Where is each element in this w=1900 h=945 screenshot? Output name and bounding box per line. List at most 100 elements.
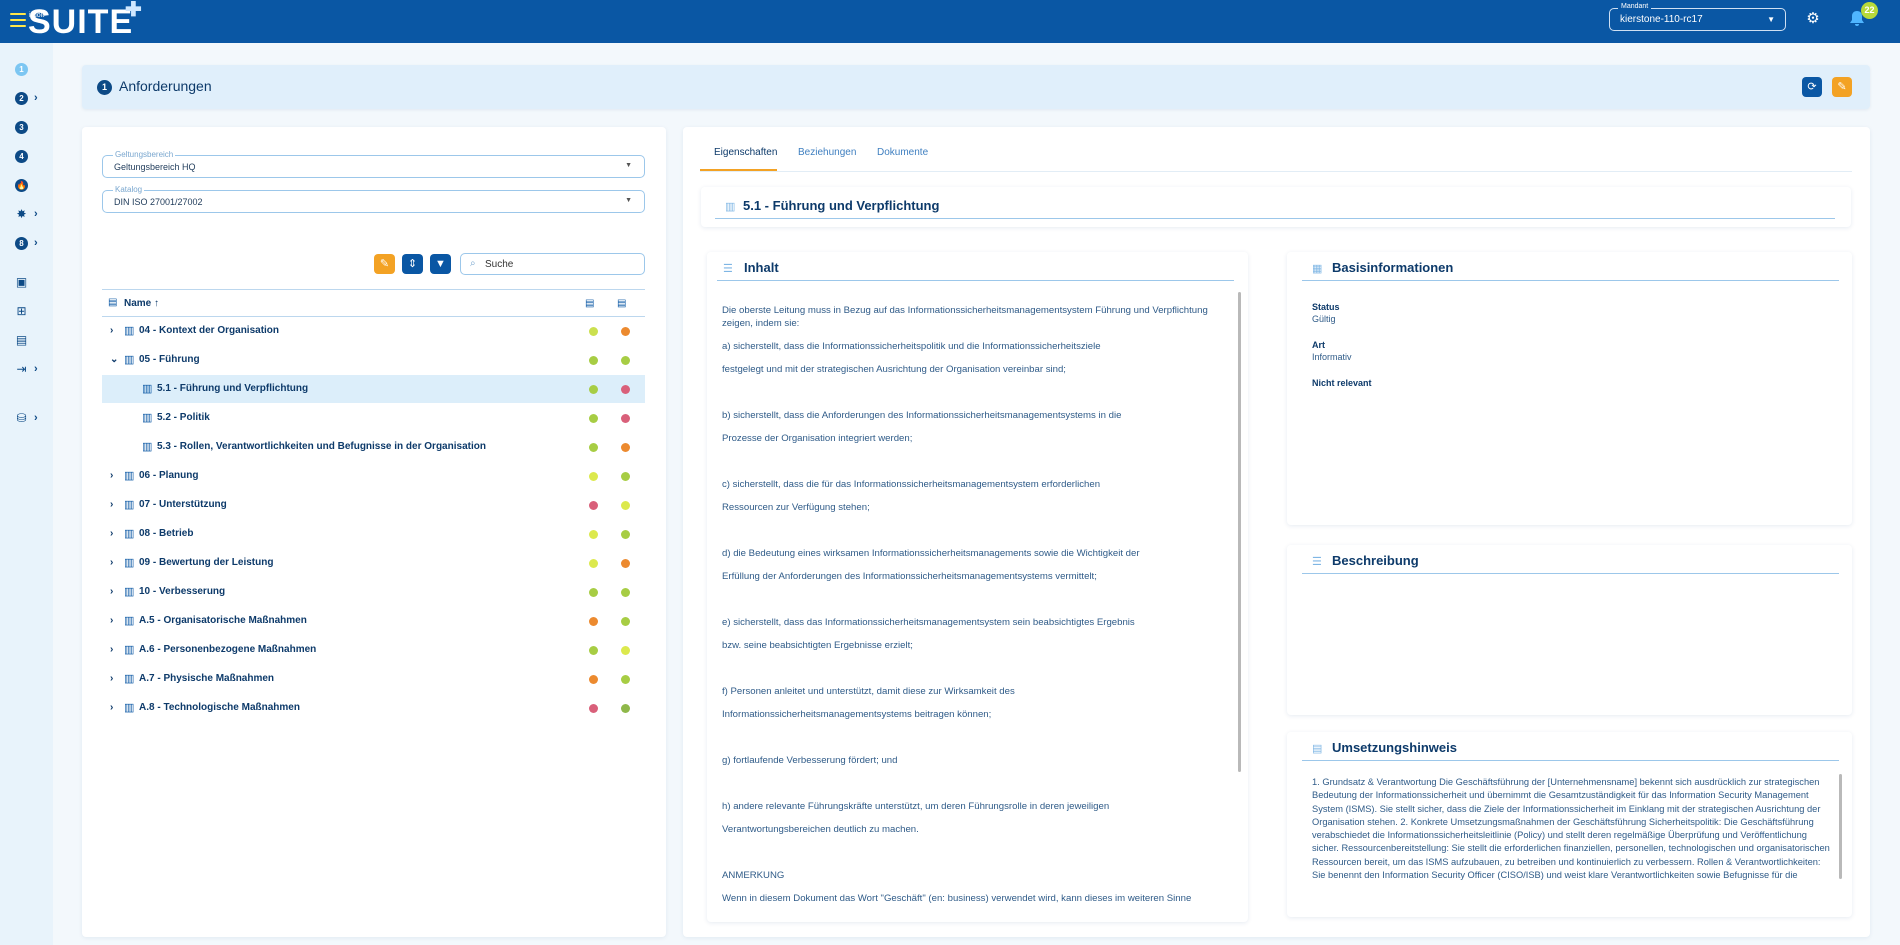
column2-header-icon[interactable]: ▤ <box>617 298 626 309</box>
geltungsbereich-select[interactable]: Geltungsbereich Geltungsbereich HQ ▼ <box>102 150 645 178</box>
chevron-right-icon[interactable]: › <box>110 528 113 539</box>
alarm-icon: ✸ <box>16 206 27 221</box>
left-rail: 1 2 › 3 4 🔥 ✸ › 8 › ▣ ⊞ ▤ ⇥ › ⛁ › <box>0 43 53 945</box>
inhalt-line: d) die Bedeutung eines wirksamen Informa… <box>722 548 1140 559</box>
katalog-value: DIN ISO 27001/27002 <box>114 197 203 207</box>
tab-beziehungen[interactable]: Beziehungen <box>798 147 856 158</box>
detail-panel: Eigenschaften Beziehungen Dokumente ▥ 5.… <box>683 127 1870 937</box>
inhalt-line: Erfüllung der Anforderungen des Informat… <box>722 571 1097 582</box>
name-column-header[interactable]: Name ↑ <box>124 298 159 309</box>
notification-badge: 22 <box>1861 2 1878 19</box>
mandant-select[interactable]: Mandant kierstone-110-rc17 ▼ <box>1609 3 1786 31</box>
tree-row-label: A.8 - Technologische Maßnahmen <box>139 702 300 713</box>
tree-header-icon: ▤ <box>108 297 118 308</box>
chevron-right-icon[interactable]: › <box>110 644 113 655</box>
tree-row[interactable]: ▥ 5.2 - Politik <box>102 404 645 432</box>
rail-item-import[interactable]: ⇥ › <box>15 360 49 378</box>
page-header: 1 Anforderungen ⟳ ✎ <box>82 65 1870 109</box>
tree-row[interactable]: › ▥ A.5 - Organisatorische Maßnahmen <box>102 607 645 635</box>
tree-row[interactable]: › ▥ 09 - Bewertung der Leistung <box>102 549 645 577</box>
expand-collapse-button[interactable]: ⇕ <box>402 254 423 274</box>
rail-item-clipboard-plus[interactable]: ⊞ <box>15 302 49 320</box>
tree-row[interactable]: ⌄ ▥ 05 - Führung <box>102 346 645 374</box>
tree-row[interactable]: › ▥ 08 - Betrieb <box>102 520 645 548</box>
inhalt-line: a) sicherstellt, dass die Informationssi… <box>722 341 1101 352</box>
page-title: Anforderungen <box>119 78 212 94</box>
search-input[interactable]: ⌕ Suche <box>460 253 645 275</box>
tab-dokumente[interactable]: Dokumente <box>877 147 928 158</box>
chevron-right-icon[interactable]: › <box>110 702 113 713</box>
tree-row[interactable]: › ▥ 10 - Verbesserung <box>102 578 645 606</box>
status-dot-2 <box>621 617 630 626</box>
tree-row[interactable]: ▥ 5.1 - Führung und Verpflichtung <box>102 375 645 403</box>
rail-item-6[interactable]: ✸ › <box>15 205 49 223</box>
status-dot-1 <box>589 559 598 568</box>
column1-header-icon[interactable]: ▤ <box>585 298 594 309</box>
umsetzung-card: ▤ Umsetzungshinweis 1. Grundsatz & Veran… <box>1287 732 1852 917</box>
chevron-right-icon[interactable]: › <box>110 586 113 597</box>
book-icon: ▥ <box>124 586 135 598</box>
rail-item-clipboard[interactable]: ▣ <box>15 273 49 291</box>
rail-item-4[interactable]: 4 <box>15 147 49 165</box>
filter-button[interactable]: ▼ <box>430 254 451 274</box>
tree-row[interactable]: › ▥ A.6 - Personenbezogene Maßnahmen <box>102 636 645 664</box>
basis-underline <box>1302 280 1839 281</box>
import-icon: ⇥ <box>16 361 27 376</box>
chevron-right-icon[interactable]: › <box>110 673 113 684</box>
chevron-right-icon: › <box>34 92 38 104</box>
status-dot-2 <box>621 704 630 713</box>
book-icon: ▥ <box>124 325 135 337</box>
menu-icon[interactable] <box>10 13 26 27</box>
clipboard-plus-icon: ⊞ <box>16 303 27 318</box>
tree-row[interactable]: › ▥ 07 - Unterstützung <box>102 491 645 519</box>
tree-row-label: 08 - Betrieb <box>139 528 194 539</box>
rail-item-1[interactable]: 1 <box>15 60 49 78</box>
text-lines-icon: ☰ <box>1312 556 1322 568</box>
detail-title: 5.1 - Führung und Verpflichtung <box>743 198 940 213</box>
rail-item-3[interactable]: 3 <box>15 118 49 136</box>
tree-edit-button[interactable]: ✎ <box>374 254 395 274</box>
rail-step-1-icon: 1 <box>15 62 28 76</box>
tree-row-label: 10 - Verbesserung <box>139 586 226 597</box>
chevron-right-icon[interactable]: › <box>110 470 113 481</box>
document-icon: ▤ <box>15 332 28 347</box>
rail-item-8[interactable]: 8 › <box>15 234 49 252</box>
rail-item-5[interactable]: 🔥 <box>15 176 49 194</box>
inhalt-line: f) Personen anleitet und unterstützt, da… <box>722 686 1015 697</box>
tree-row[interactable]: › ▥ A.8 - Technologische Maßnahmen <box>102 694 645 722</box>
tree-row-label: 05 - Führung <box>139 354 200 365</box>
tree-row[interactable]: › ▥ 06 - Planung <box>102 462 645 490</box>
geltungsbereich-value: Geltungsbereich HQ <box>114 162 196 172</box>
refresh-button[interactable]: ⟳ <box>1802 77 1822 97</box>
umsetzung-underline <box>1302 760 1839 761</box>
tree-row[interactable]: ▥ 5.3 - Rollen, Verantwortlichkeiten und … <box>102 433 645 461</box>
chevron-right-icon[interactable]: › <box>110 615 113 626</box>
umsetzung-scrollbar[interactable] <box>1839 774 1842 879</box>
gear-icon[interactable]: ⚙ <box>1804 10 1822 28</box>
katalog-select[interactable]: Katalog DIN ISO 27001/27002 ▼ <box>102 185 645 213</box>
tree-row-label: 07 - Unterstützung <box>139 499 227 510</box>
status-dot-1 <box>589 327 598 336</box>
app-logo[interactable]: SUITE <box>28 2 133 42</box>
rail-item-document[interactable]: ▤ <box>15 331 49 349</box>
top-bar: i-doit SUITE ✚ Mandant kierstone-110-rc1… <box>0 0 1900 43</box>
book-icon: ▥ <box>124 354 135 366</box>
rail-item-database[interactable]: ⛁ › <box>15 409 49 427</box>
geltungsbereich-label: Geltungsbereich <box>113 150 176 159</box>
status-dot-1 <box>589 646 598 655</box>
chevron-down-icon[interactable]: ⌄ <box>110 354 118 365</box>
status-dot-1 <box>589 617 598 626</box>
tab-eigenschaften[interactable]: Eigenschaften <box>714 147 777 158</box>
status-dot-2 <box>621 559 630 568</box>
inhalt-scrollbar[interactable] <box>1238 292 1241 772</box>
inhalt-line: Verantwortungsbereichen deutlich zu mach… <box>722 824 919 835</box>
tree-row[interactable]: › ▥ 04 - Kontext der Organisation <box>102 317 645 345</box>
inhalt-line: festgelegt und mit der strategischen Aus… <box>722 364 1066 375</box>
edit-button[interactable]: ✎ <box>1832 77 1852 97</box>
chevron-right-icon[interactable]: › <box>110 557 113 568</box>
chevron-right-icon[interactable]: › <box>110 499 113 510</box>
chevron-right-icon[interactable]: › <box>110 325 113 336</box>
rail-item-2[interactable]: 2 › <box>15 89 49 107</box>
tree-row[interactable]: › ▥ A.7 - Physische Maßnahmen <box>102 665 645 693</box>
book-icon: ▥ <box>124 499 135 511</box>
